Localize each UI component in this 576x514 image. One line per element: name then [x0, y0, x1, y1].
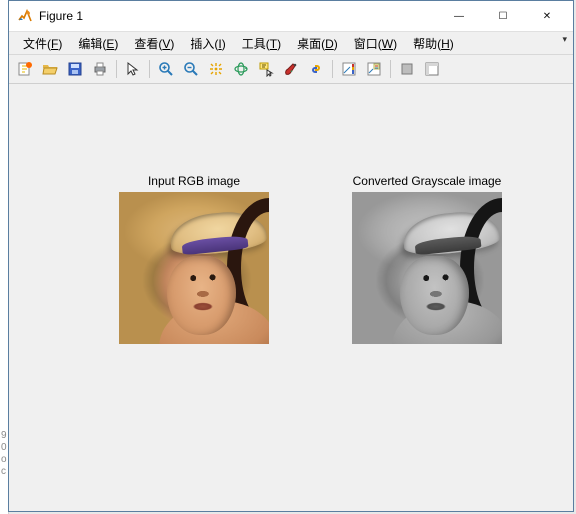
image-rgb — [119, 192, 269, 344]
menubar: 文件(F)编辑(E)查看(V)插入(I)工具(T)桌面(D)窗口(W)帮助(H)… — [9, 32, 573, 55]
subplot-title: Input RGB image — [109, 174, 279, 188]
save-icon[interactable] — [63, 57, 87, 81]
zoom-in-icon[interactable] — [154, 57, 178, 81]
menu-d[interactable]: 桌面(D) — [289, 33, 346, 54]
menu-t[interactable]: 工具(T) — [234, 33, 289, 54]
show-plot-tools-icon[interactable] — [420, 57, 444, 81]
print-icon[interactable] — [88, 57, 112, 81]
toolbar-separator — [116, 60, 117, 78]
minimize-button[interactable]: — — [437, 3, 481, 29]
toolbar-separator — [390, 60, 391, 78]
figure-canvas: Input RGB image Converted Grayscale imag… — [9, 84, 573, 511]
toolbar-separator — [332, 60, 333, 78]
zoom-out-icon[interactable] — [179, 57, 203, 81]
colorbar-icon[interactable] — [337, 57, 361, 81]
window-title: Figure 1 — [39, 9, 437, 23]
hide-plot-tools-icon[interactable] — [395, 57, 419, 81]
datacursor-icon[interactable] — [254, 57, 278, 81]
brush-icon[interactable] — [279, 57, 303, 81]
menu-w[interactable]: 窗口(W) — [346, 33, 405, 54]
menu-i[interactable]: 插入(I) — [182, 33, 233, 54]
menu-v[interactable]: 查看(V) — [126, 33, 182, 54]
menu-f[interactable]: 文件(F) — [15, 33, 70, 54]
pointer-icon[interactable] — [121, 57, 145, 81]
toolbar-separator — [149, 60, 150, 78]
pan-icon[interactable] — [204, 57, 228, 81]
subplot-left: Input RGB image — [109, 174, 279, 344]
maximize-button[interactable]: ☐ — [481, 3, 525, 29]
toolbar — [9, 55, 573, 84]
subplot-title: Converted Grayscale image — [327, 174, 527, 188]
open-icon[interactable] — [38, 57, 62, 81]
menu-overflow-icon[interactable]: ▾ — [562, 34, 567, 45]
rotate3d-icon[interactable] — [229, 57, 253, 81]
menu-e[interactable]: 编辑(E) — [70, 33, 126, 54]
link-icon[interactable] — [304, 57, 328, 81]
close-button[interactable]: ✕ — [525, 3, 569, 29]
subplot-right: Converted Grayscale image — [327, 174, 527, 344]
figure-window: Figure 1 — ☐ ✕ 文件(F)编辑(E)查看(V)插入(I)工具(T)… — [8, 0, 574, 512]
matlab-icon — [17, 8, 33, 24]
menu-h[interactable]: 帮助(H) — [405, 33, 462, 54]
titlebar: Figure 1 — ☐ ✕ — [9, 1, 573, 32]
legend-icon[interactable] — [362, 57, 386, 81]
window-controls: — ☐ ✕ — [437, 3, 569, 29]
new-figure-icon[interactable] — [13, 57, 37, 81]
image-grayscale — [352, 192, 502, 344]
